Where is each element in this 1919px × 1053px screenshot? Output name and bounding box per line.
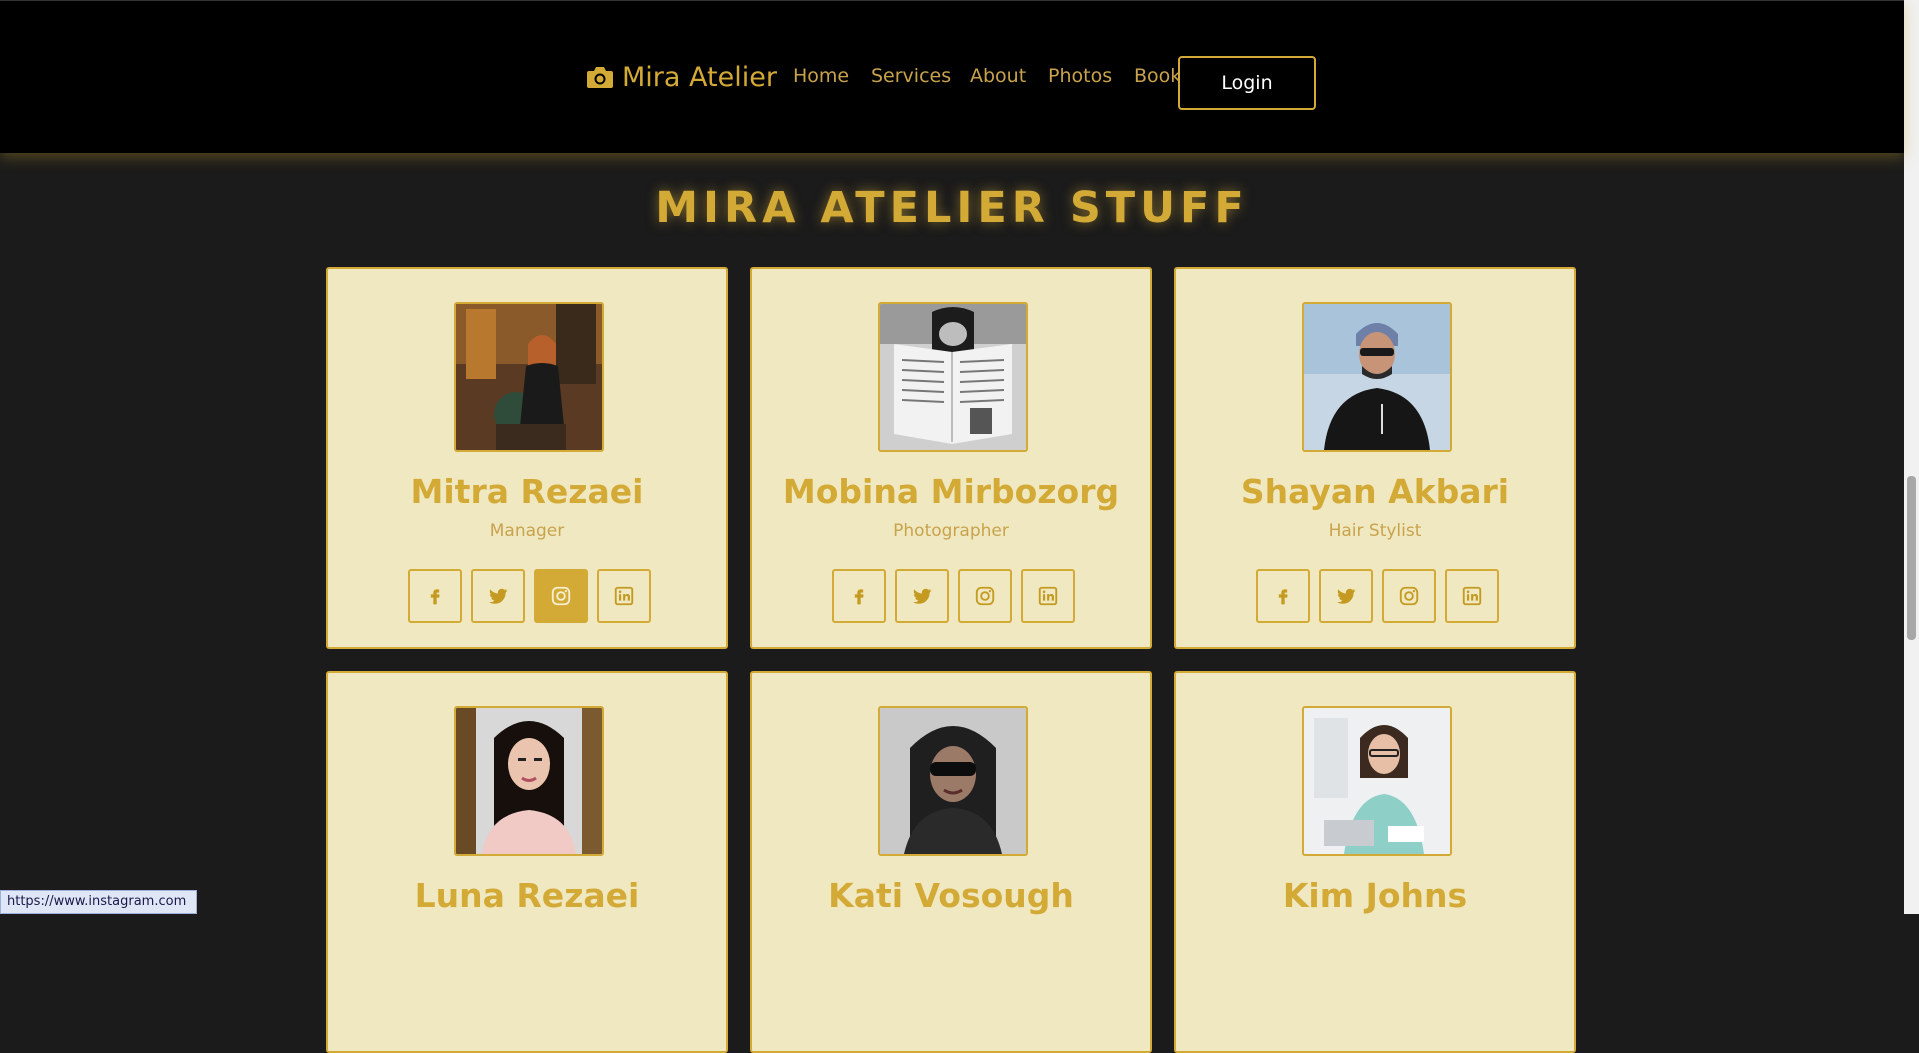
status-bar-url: https://www.instagram.com [0,890,198,914]
twitter-icon[interactable] [471,569,525,623]
scrollbar-thumb[interactable] [1907,476,1916,640]
linkedin-icon[interactable] [1021,569,1075,623]
nav-about[interactable]: About [970,65,1026,87]
staff-card: Luna Rezaei [326,671,728,1053]
social-links [1256,569,1499,623]
nav-services[interactable]: Services [871,65,951,87]
staff-name: Kim Johns [1282,876,1468,915]
staff-role: Hair Stylist [1328,521,1422,541]
staff-photo [1302,706,1452,856]
nav-home[interactable]: Home [793,65,849,87]
login-button[interactable]: Login [1178,56,1316,110]
brand-name: Mira Atelier [622,61,777,93]
twitter-icon[interactable] [895,569,949,623]
staff-photo [454,302,604,452]
section-title: MIRA ATELIER STUFF [655,183,1249,233]
nav-photos[interactable]: Photos [1048,65,1112,87]
staff-card: Shayan Akbari Hair Stylist [1174,267,1576,649]
facebook-icon[interactable] [408,569,462,623]
instagram-icon[interactable] [1382,569,1436,623]
staff-card: Kim Johns [1174,671,1576,1053]
instagram-icon[interactable] [958,569,1012,623]
facebook-icon[interactable] [1256,569,1310,623]
staff-role: Manager [489,521,565,541]
instagram-icon[interactable] [534,569,588,623]
page-scrollbar[interactable] [1904,0,1919,914]
staff-photo [878,706,1028,856]
camera-icon [587,67,613,88]
staff-photo [1302,302,1452,452]
staff-card: Mitra Rezaei Manager [326,267,728,649]
staff-photo [454,706,604,856]
staff-card: Mobina Mirbozorg Photographer [750,267,1152,649]
staff-photo [878,302,1028,452]
staff-name: Mobina Mirbozorg [782,472,1120,511]
staff-name: Mitra Rezaei [410,472,644,511]
nav-book[interactable]: Book [1134,65,1181,87]
site-header: Mira Atelier Home Services About Photos … [0,0,1904,153]
linkedin-icon[interactable] [1445,569,1499,623]
staff-card: Kati Vosough [750,671,1152,1053]
staff-role: Photographer [893,521,1009,541]
social-links [408,569,651,623]
brand-logo[interactable]: Mira Atelier [586,59,777,95]
social-links [832,569,1075,623]
twitter-icon[interactable] [1319,569,1373,623]
linkedin-icon[interactable] [597,569,651,623]
facebook-icon[interactable] [832,569,886,623]
staff-name: Luna Rezaei [414,876,640,915]
staff-name: Kati Vosough [828,876,1074,915]
staff-name: Shayan Akbari [1240,472,1510,511]
